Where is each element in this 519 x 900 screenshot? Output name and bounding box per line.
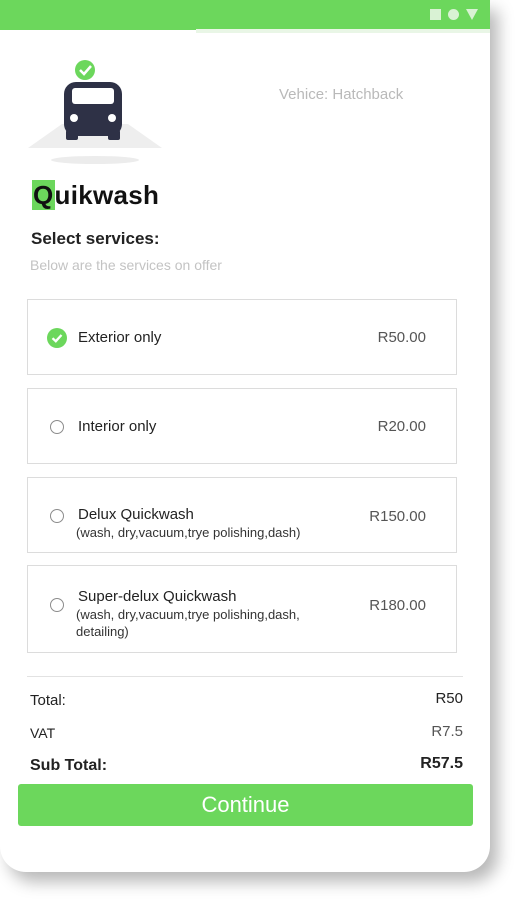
triangle-icon (466, 9, 478, 20)
service-price: R20.00 (377, 418, 426, 435)
service-price: R180.00 (369, 597, 426, 614)
square-icon (430, 9, 441, 20)
subtotal-label: Sub Total: (30, 757, 108, 774)
brand-logo-first-letter: Q (32, 180, 55, 210)
radio-empty-icon (50, 598, 64, 612)
summary-divider (27, 676, 463, 677)
total-label: Total: (30, 692, 66, 709)
subtotal-value: R57.5 (420, 755, 463, 772)
vat-label: VAT (30, 725, 56, 741)
service-option-exterior[interactable]: Exterior only R50.00 (27, 299, 457, 375)
service-description: (wash, dry,vacuum,trye polishing,dash) (76, 525, 301, 540)
radio-empty-icon (50, 420, 64, 434)
service-description: (wash, dry,vacuum,trye polishing,dash, d… (76, 607, 300, 639)
car-wash-icon (28, 60, 162, 164)
service-option-interior[interactable]: Interior only R20.00 (27, 388, 457, 464)
status-bar (0, 0, 490, 30)
circle-icon (448, 9, 459, 20)
service-price: R150.00 (369, 508, 426, 525)
service-option-super-delux[interactable]: Super-delux Quickwash (wash, dry,vacuum,… (27, 565, 457, 653)
radio-empty-icon (50, 509, 64, 523)
service-price: R50.00 (377, 329, 426, 346)
section-heading: Select services: (31, 229, 160, 248)
app-screen: Vehice: Hatchback Quikwash Select servic… (0, 0, 490, 872)
brand-logo-rest: uikwash (54, 180, 160, 210)
brand-logo: Quikwash (32, 180, 159, 211)
status-icons (430, 9, 478, 20)
section-subheading: Below are the services on offer (30, 257, 222, 273)
vehicle-type-label: Vehice: Hatchback (279, 86, 404, 103)
continue-button[interactable]: Continue (18, 784, 473, 826)
status-underline (196, 29, 490, 33)
service-name: Interior only (78, 418, 157, 435)
vat-value: R7.5 (431, 723, 463, 740)
service-name: Super-delux Quickwash (78, 588, 237, 605)
service-name: Delux Quickwash (78, 506, 194, 523)
service-option-delux[interactable]: Delux Quickwash (wash, dry,vacuum,trye p… (27, 477, 457, 553)
total-value: R50 (435, 690, 463, 707)
service-name: Exterior only (78, 329, 162, 346)
check-circle-icon (47, 328, 67, 348)
